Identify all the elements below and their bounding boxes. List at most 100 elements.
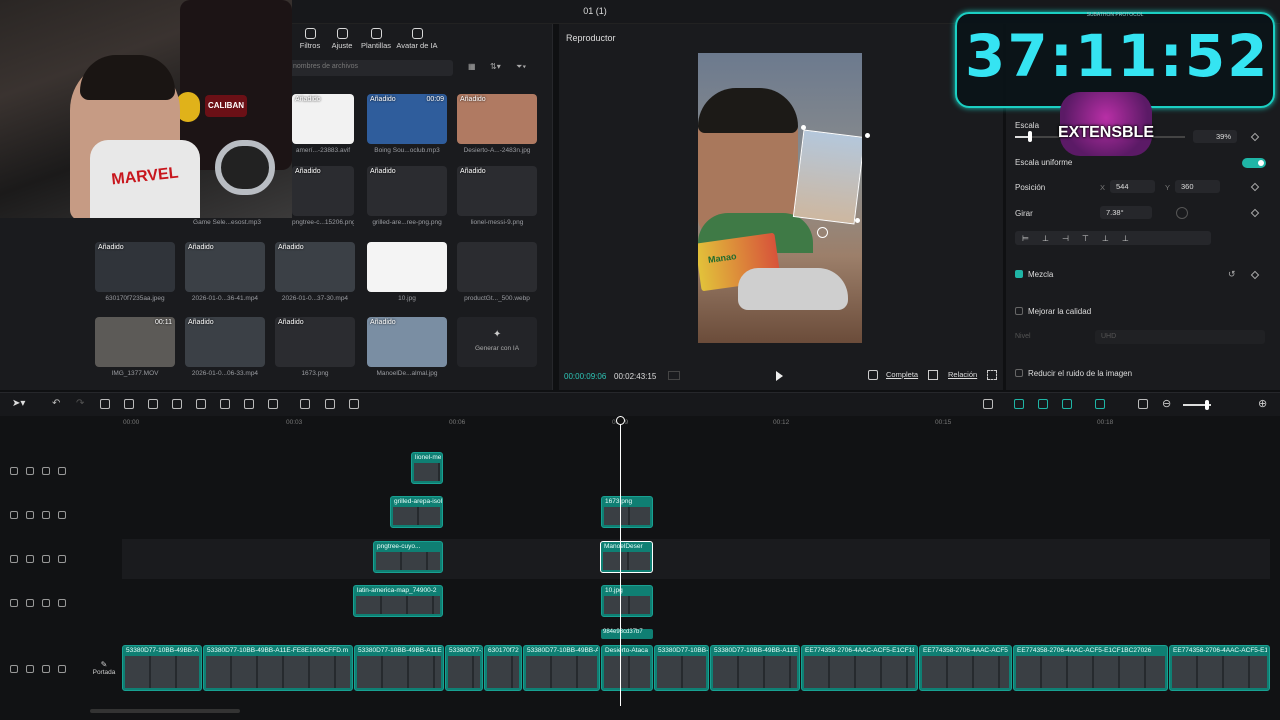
main-track-clip[interactable]: 53380D77-10BB-49BB-A	[523, 645, 600, 691]
timeline-clip[interactable]: pngtree-cuyo...	[373, 541, 443, 573]
media-thumbnail[interactable]: Añadido	[275, 242, 355, 292]
timeline-clip[interactable]: lionel-me	[411, 452, 443, 484]
media-thumbnail[interactable]: Añadido	[292, 166, 354, 216]
tab-ai-avatar[interactable]: Avatar de IA	[395, 28, 439, 50]
track-more-icon[interactable]	[58, 599, 66, 607]
media-thumbnail[interactable]: Añadido	[292, 94, 354, 144]
track-more-icon[interactable]	[58, 665, 66, 673]
media-thumbnail[interactable]: Añadido	[185, 242, 265, 292]
media-thumbnail[interactable]: Añadido 00:09	[367, 94, 447, 144]
media-thumbnail[interactable]	[457, 242, 537, 292]
blend-label[interactable]: Mezcla	[1028, 270, 1053, 279]
main-track-clip[interactable]: 630170f72	[484, 645, 522, 691]
media-thumbnail[interactable]: Añadido	[275, 317, 355, 367]
track-visibility-icon[interactable]	[26, 599, 34, 607]
resize-handle[interactable]	[855, 218, 860, 223]
crop-icon[interactable]	[868, 370, 878, 380]
track-more-icon[interactable]	[58, 511, 66, 519]
track-more-icon[interactable]	[58, 467, 66, 475]
track-lock-icon[interactable]	[10, 599, 18, 607]
resize-handle[interactable]	[801, 125, 806, 130]
track-visibility-icon[interactable]	[26, 467, 34, 475]
aspect-ratio-button[interactable]: Relación	[948, 370, 977, 379]
rotate-dial-icon[interactable]	[1176, 207, 1188, 219]
track-lock-icon[interactable]	[10, 555, 18, 563]
mirror-icon[interactable]	[244, 399, 254, 409]
track-audio-icon[interactable]	[42, 467, 50, 475]
media-thumbnail[interactable]: Añadido	[457, 166, 537, 216]
pos-y-input[interactable]: 360	[1175, 180, 1220, 193]
media-thumbnail[interactable]: Añadido	[367, 317, 447, 367]
preview-axis-icon[interactable]	[1095, 399, 1105, 409]
level-select[interactable]: UHD	[1095, 330, 1265, 344]
track-controls-row[interactable]	[10, 467, 85, 479]
uniform-scale-toggle[interactable]	[1242, 158, 1266, 168]
full-quality-button[interactable]: Completa	[886, 370, 918, 379]
main-track-clip[interactable]: 53380D77-10BB-49BB-A11E-	[710, 645, 800, 691]
scale-value[interactable]: 39%	[1193, 130, 1237, 143]
timeline-zoom-knob[interactable]	[1205, 400, 1209, 410]
playhead[interactable]	[620, 416, 621, 706]
track-lock-icon[interactable]	[10, 665, 18, 673]
undo-icon[interactable]: ↶	[52, 398, 60, 409]
resize-handle[interactable]	[865, 133, 870, 138]
play-icon[interactable]	[776, 371, 783, 381]
scale-slider-knob[interactable]	[1028, 131, 1032, 142]
media-thumbnail[interactable]: 00:11	[95, 317, 175, 367]
track-lock-icon[interactable]	[10, 467, 18, 475]
delete-icon[interactable]	[172, 399, 182, 409]
track-audio-icon[interactable]	[42, 511, 50, 519]
mark-icon[interactable]	[196, 399, 206, 409]
playhead-handle[interactable]	[616, 416, 625, 425]
track-audio-icon[interactable]	[42, 599, 50, 607]
zoom-out-icon[interactable]: ⊖	[1162, 397, 1171, 410]
track-controls-row[interactable]	[10, 511, 85, 523]
media-thumbnail[interactable]: Añadido	[457, 94, 537, 144]
redo-icon[interactable]: ↷	[76, 398, 84, 409]
timeline-clip[interactable]: latin-america-map_74900-2	[353, 585, 443, 617]
timeline-clip[interactable]: 984e98cd37b7	[601, 629, 653, 639]
rotate-tool-icon[interactable]	[268, 399, 278, 409]
main-track-clip[interactable]: EE774358-2706-4AAC-ACF5-E1CF1BC27026	[1013, 645, 1168, 691]
caption-icon[interactable]	[1138, 399, 1148, 409]
track-audio-icon[interactable]	[42, 665, 50, 673]
timeline-clip[interactable]: grilled-arepa-isol	[390, 496, 443, 528]
blend-checkbox[interactable]	[1015, 270, 1023, 278]
track-controls-row[interactable]	[10, 665, 85, 677]
link-icon[interactable]	[1014, 399, 1024, 409]
video-preview[interactable]: Manao	[698, 53, 862, 343]
track-audio-icon[interactable]	[42, 555, 50, 563]
media-thumbnail[interactable]: Añadido	[367, 166, 447, 216]
tab-templates[interactable]: Plantillas	[354, 28, 398, 50]
track-more-icon[interactable]	[58, 555, 66, 563]
main-track-clip[interactable]: EE774358-2706-4AAC-ACF5-E1CF1	[1169, 645, 1270, 691]
snap-icon[interactable]	[1062, 399, 1072, 409]
split-right-icon[interactable]	[148, 399, 158, 409]
magic-icon[interactable]	[325, 399, 335, 409]
cover-button[interactable]: ✎ Portada	[92, 660, 116, 676]
noise-label[interactable]: Reducir el ruido de la imagen	[1028, 369, 1132, 378]
main-track-clip[interactable]: 53380D77-10BB-49BB-A	[122, 645, 202, 691]
main-track-clip[interactable]: EE774358-2706-4AAC-ACF5	[919, 645, 1012, 691]
main-track-clip[interactable]: 53380D77-10BB-49BB-A11E-	[354, 645, 444, 691]
media-thumbnail[interactable]: Añadido	[185, 317, 265, 367]
pos-x-input[interactable]: 544	[1110, 180, 1155, 193]
main-track-clip[interactable]: Desierto-Ataca	[601, 645, 653, 691]
timeline-clip[interactable]: 10.jpg	[601, 585, 653, 617]
zoom-in-icon[interactable]: ⊕	[1258, 397, 1267, 410]
media-thumbnail[interactable]: Añadido	[95, 242, 175, 292]
main-track-clip[interactable]: 53380D77-10BB-49BB-A11E-FE8E1606CFFD.mov	[203, 645, 353, 691]
auto-reframe-icon[interactable]	[349, 399, 359, 409]
snapshot-icon[interactable]	[928, 370, 938, 380]
sort-icon[interactable]: ⇅▾	[490, 62, 501, 71]
freeze-icon[interactable]	[300, 399, 310, 409]
microphone-icon[interactable]	[983, 399, 993, 409]
timeline-scrollbar[interactable]	[90, 709, 240, 713]
split-left-icon[interactable]	[124, 399, 134, 409]
track-lock-icon[interactable]	[10, 511, 18, 519]
selected-overlay-image[interactable]	[792, 129, 862, 225]
media-thumbnail[interactable]	[367, 242, 447, 292]
main-track-clip[interactable]: 53380D77-10BB-	[654, 645, 709, 691]
track-visibility-icon[interactable]	[26, 555, 34, 563]
main-track-clip[interactable]: EE774358-2706-4AAC-ACF5-E1CF18	[801, 645, 918, 691]
